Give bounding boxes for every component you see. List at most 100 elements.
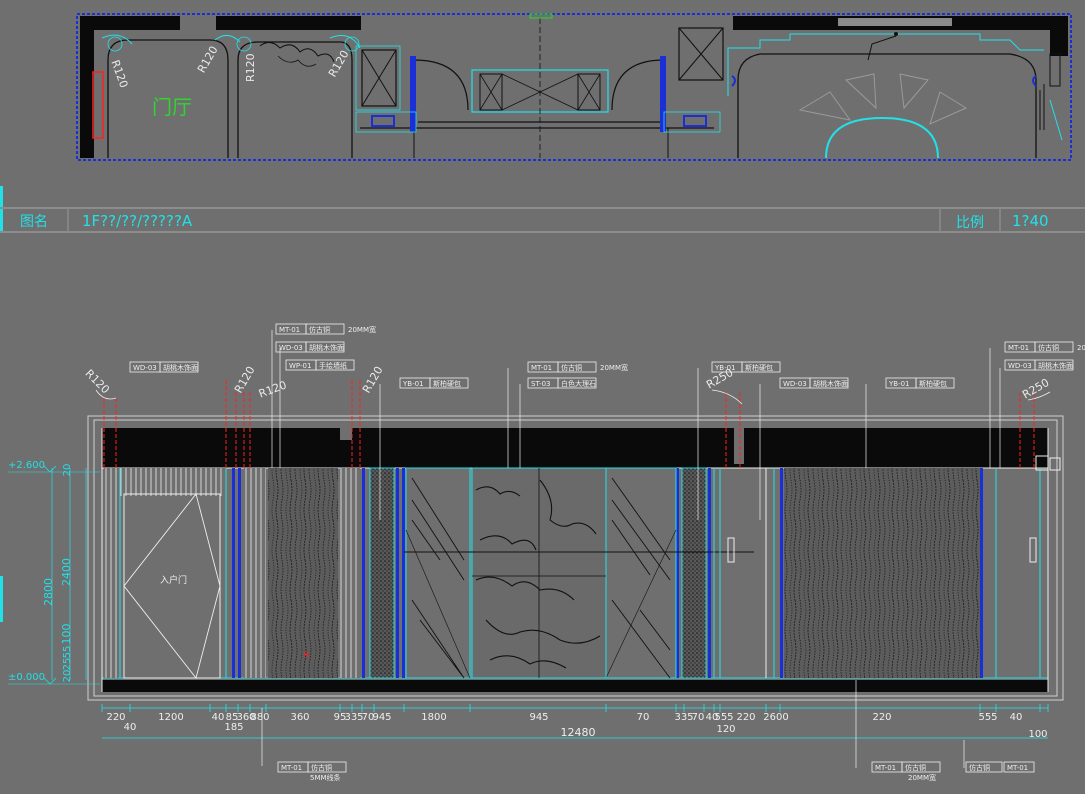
callout-name: 白色大理石 xyxy=(561,379,596,388)
subdim-100: 100 xyxy=(1028,729,1047,740)
cad-drawing-canvas: R120 R120 R120 R120 门厅 图名 1F??/??/?????A… xyxy=(0,13,1085,782)
hdim-label: 220 xyxy=(872,712,891,723)
callout-top-item: YB-01 斯柏硬包 xyxy=(885,377,955,389)
level-bottom: ±0.000 xyxy=(8,672,45,683)
subdim-120: 120 xyxy=(716,724,735,735)
plan-room-label: 门厅 xyxy=(152,95,192,119)
callout-code: WD-03 xyxy=(133,364,157,372)
callouts-top: MT-01 仿古铜 20MM宽 WD-03 胡桃木饰面 WD-03 胡桃木饰面 WP-01 手绘… xyxy=(129,323,1085,389)
callout-note: 20MM宽 xyxy=(1077,343,1085,352)
callout-note: 20MM宽 xyxy=(348,325,376,334)
hdim-label: 555 xyxy=(978,712,997,723)
floor-band xyxy=(102,680,1048,692)
callout-name: 仿古铜 xyxy=(561,363,582,372)
callout-code: MT-01 xyxy=(1008,344,1029,352)
callout-name: 胡桃木饰面 xyxy=(813,379,848,388)
plan-radius-label-1: R120 xyxy=(108,58,130,89)
callout-top-item: WD-03 胡桃木饰面 xyxy=(275,341,345,353)
callout-code: WP-01 xyxy=(289,362,311,370)
callout-note: 5MM线条 xyxy=(310,773,341,782)
callout-name: 胡桃木饰面 xyxy=(309,343,344,352)
callout-top-item: MT-01 仿古铜 20MM宽 xyxy=(527,361,628,373)
callout-code: WD-03 xyxy=(1008,362,1032,370)
entry-door xyxy=(123,493,221,679)
callout-code: MT-01 xyxy=(1007,764,1028,772)
callout-code: WD-03 xyxy=(783,380,807,388)
elev-radius-2: R120 xyxy=(232,364,258,395)
hdim-label: 945 xyxy=(529,712,548,723)
callout-top-item: YB-01 斯柏硬包 xyxy=(399,377,469,389)
title-scale-label: 比例 xyxy=(956,215,984,231)
elev-radius-6: R250 xyxy=(1020,376,1051,402)
hdim-label: 1800 xyxy=(421,712,446,723)
elev-radius-4: R120 xyxy=(360,364,386,395)
callout-name: 手绘墙纸 xyxy=(319,361,347,370)
callout-top-item: WP-01 手绘墙纸 xyxy=(285,359,355,371)
horizontal-dimensions: 220 1200 40 85360880 360 9533570945 1800 945 70 3… xyxy=(101,704,1049,723)
callout-code: MT-01 xyxy=(281,764,302,772)
title-bar: 图名 1F??/??/?????A 比例 1?40 xyxy=(0,207,1085,233)
elev-radius-3: R120 xyxy=(257,378,288,400)
hdim-label: 360 xyxy=(290,712,309,723)
subdim-185: 185 xyxy=(224,722,243,733)
callout-top-item: YB-01 斯柏硬包 xyxy=(711,361,781,373)
callout-name: 仿古铜 xyxy=(309,325,330,334)
wallpaper-panel-right xyxy=(784,468,980,678)
plan-red-marker xyxy=(92,71,104,139)
callout-note: 20MM宽 xyxy=(600,363,628,372)
callout-top-item: WD-03 胡桃木饰面 xyxy=(779,377,849,389)
vdim-20-bottom: 20 xyxy=(62,670,73,683)
callout-code: WD-03 xyxy=(279,344,303,352)
callout-top-item: ST-03 白色大理石 xyxy=(527,377,597,389)
callout-top-item: MT-01 仿古铜 20MM宽 xyxy=(275,323,376,335)
title-name-label: 图名 xyxy=(20,214,48,230)
callout-code: MT-01 xyxy=(875,764,896,772)
hdim-label: 40 xyxy=(1010,712,1023,723)
vdim-25: 25 xyxy=(62,658,73,671)
plan-radius-label-3: R120 xyxy=(244,53,257,82)
vdim-20-top: 20 xyxy=(62,464,73,477)
callout-name: 仿古铜 xyxy=(1038,343,1059,352)
callout-name: 胡桃木饰面 xyxy=(1038,361,1073,370)
title-drawing-name: 1F??/??/?????A xyxy=(82,212,193,230)
callout-name: 斯柏硬包 xyxy=(745,363,773,372)
callout-bottom-item: MT-01 仿古铜 xyxy=(277,761,347,773)
hdim-label: 880 xyxy=(250,712,269,723)
callout-code: YB-01 xyxy=(714,364,736,372)
callout-bottom-item: 仿古铜 MT-01 xyxy=(965,761,1035,773)
floor-plan: R120 R120 R120 R120 门厅 xyxy=(76,13,1072,161)
callout-name: 仿古铜 xyxy=(311,763,332,772)
hdim-label: 555 xyxy=(714,712,733,723)
callout-code: MT-01 xyxy=(531,364,552,372)
callout-top-item: WD-03 胡桃木饰面 xyxy=(1004,359,1074,371)
wallpaper-panel-left xyxy=(268,468,338,678)
entry-door-label: 入户门 xyxy=(160,574,187,586)
vdim-2800: 2800 xyxy=(42,578,55,606)
callout-name: 斯柏硬包 xyxy=(433,379,461,388)
hdim-label: 70 xyxy=(637,712,650,723)
callout-top-item: WD-03 胡桃木饰面 xyxy=(129,361,199,373)
hdim-label: 945 xyxy=(372,712,391,723)
callout-name: 仿古铜 xyxy=(969,763,990,772)
level-top: +2.600 xyxy=(8,460,45,471)
callout-note: 20MM宽 xyxy=(908,773,936,782)
vdim-100: 100 xyxy=(60,624,73,645)
vdim-2400: 2400 xyxy=(60,558,73,586)
subdim-40: 40 xyxy=(124,722,137,733)
callout-top-item: MT-01 仿古铜 20MM宽 xyxy=(1004,341,1085,353)
callout-name: 斯柏硬包 xyxy=(919,379,947,388)
callout-code: YB-01 xyxy=(888,380,910,388)
callout-code: MT-01 xyxy=(279,326,300,334)
callout-code: ST-03 xyxy=(531,380,551,388)
hdim-label: 1200 xyxy=(158,712,183,723)
total-dimension: 12480 xyxy=(561,726,596,739)
title-scale-value: 1?40 xyxy=(1012,212,1049,230)
hdim-label: 40 xyxy=(212,712,225,723)
callout-name: 胡桃木饰面 xyxy=(163,363,198,372)
hdim-label: 70 xyxy=(692,712,705,723)
elevation: 入户门 R120 R120 R120 R120 R250 R250 +2.600… xyxy=(8,323,1085,782)
vdim-55: 55 xyxy=(62,646,73,659)
callout-code: YB-01 xyxy=(402,380,424,388)
plan-radius-label-4: R120 xyxy=(326,48,352,79)
hdim-label: 2600 xyxy=(763,712,788,723)
